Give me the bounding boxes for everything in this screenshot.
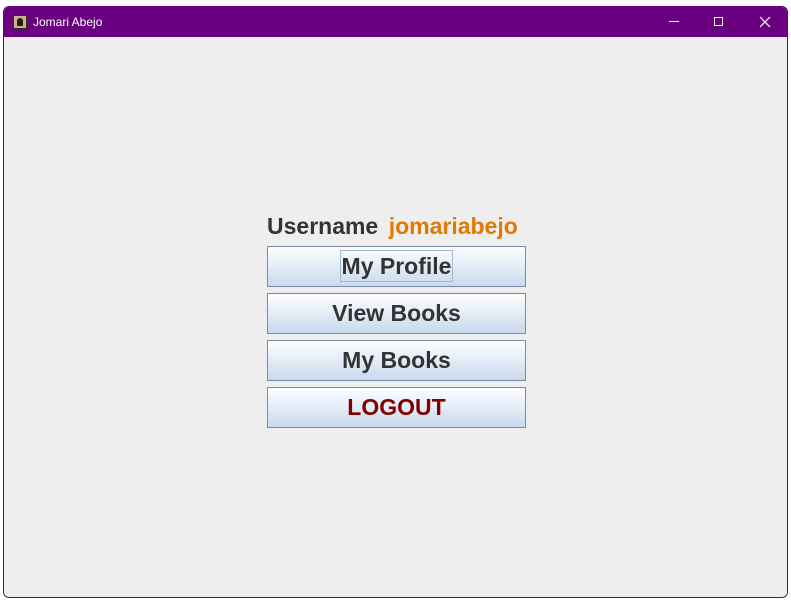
view-books-button[interactable]: View Books — [267, 293, 526, 334]
logout-label: LOGOUT — [347, 394, 446, 420]
window-title: Jomari Abejo — [33, 15, 103, 29]
username-value: jomariabejo — [388, 213, 518, 239]
my-books-label: My Books — [342, 347, 451, 373]
my-profile-label: My Profile — [339, 250, 454, 282]
minimize-icon — [669, 21, 679, 22]
maximize-icon — [714, 17, 723, 26]
username-row: Username jomariabejo — [267, 213, 527, 243]
minimize-button[interactable] — [651, 7, 697, 37]
logout-button[interactable]: LOGOUT — [267, 387, 526, 428]
username-label: Username — [267, 213, 379, 239]
maximize-button[interactable] — [696, 7, 742, 37]
app-window: Jomari Abejo Username jomariabejo My Pro… — [3, 6, 788, 598]
close-button[interactable] — [742, 7, 787, 37]
my-books-button[interactable]: My Books — [267, 340, 526, 381]
main-panel: Username jomariabejo My Profile View Boo… — [4, 37, 787, 597]
view-books-label: View Books — [332, 300, 461, 326]
close-icon — [759, 16, 771, 28]
title-bar[interactable]: Jomari Abejo — [4, 7, 787, 37]
app-icon — [13, 15, 27, 29]
my-profile-button[interactable]: My Profile — [267, 246, 526, 287]
